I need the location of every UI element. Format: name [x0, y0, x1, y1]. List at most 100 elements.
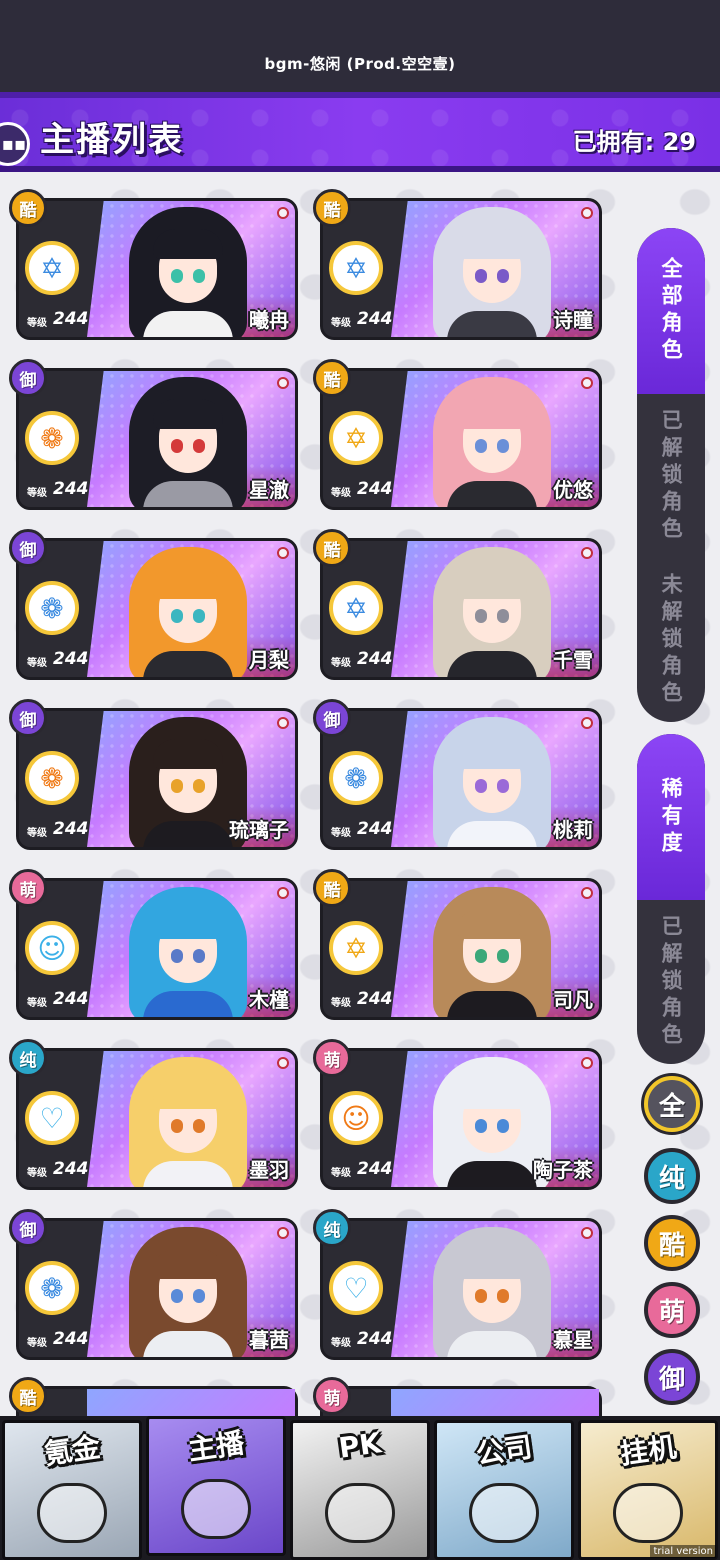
- rarity-filter-button[interactable]: 全: [644, 1076, 700, 1132]
- card-frame: ✡ 等级 244 司凡: [323, 881, 599, 1017]
- level-label: 等级: [27, 488, 47, 499]
- card-corner-dot: [581, 1057, 593, 1069]
- card-corner-dot: [581, 377, 593, 389]
- portrait-eye: [193, 949, 205, 963]
- streamer-card[interactable]: 御 ❁ 等级 244 星澈: [9, 359, 298, 510]
- type-badge: 纯: [313, 1209, 351, 1247]
- streamer-card[interactable]: 纯 ♡ 等级 244 墨羽: [9, 1039, 298, 1190]
- streamer-card[interactable]: 御 ❁ 等级 244 暮茜: [9, 1209, 298, 1360]
- tab-rarity-unlocked[interactable]: 已解锁角色: [637, 900, 705, 1064]
- card-corner-dot: [277, 207, 289, 219]
- portrait-hair: [153, 569, 223, 599]
- nav-idle[interactable]: 挂机: [578, 1420, 718, 1560]
- streamer-grid: 酷 ✡ 等级 244 曦冉 酷 ✡ 等级 244 诗瞳 御 ❁ 等级 244 星…: [9, 189, 606, 1360]
- portrait-eye: [497, 269, 509, 283]
- streamer-card[interactable]: 酷 ✡ 等级 244 诗瞳: [313, 189, 602, 340]
- portrait-eye: [193, 779, 205, 793]
- tab-rarity[interactable]: 稀有度: [637, 734, 705, 900]
- streamer-card[interactable]: 萌 ☺ 等级 244 陶子茶: [313, 1039, 602, 1190]
- nav-company[interactable]: 公司: [434, 1420, 574, 1560]
- portrait-hair: [153, 1079, 223, 1109]
- level-label: 等级: [331, 1168, 351, 1179]
- rarity-filter-button[interactable]: 纯: [644, 1148, 700, 1204]
- portrait-hair: [457, 569, 527, 599]
- character-portrait: [433, 547, 551, 677]
- level-value: 244: [357, 819, 393, 839]
- character-portrait: [433, 887, 551, 1017]
- character-portrait: [433, 377, 551, 507]
- level-label: 等级: [27, 1338, 47, 1349]
- level-value: 244: [53, 309, 89, 329]
- streamer-card[interactable]: 御 ❁ 等级 244 琉璃子: [9, 699, 298, 850]
- level-value: 244: [357, 309, 393, 329]
- streamer-card[interactable]: 纯 ♡ 等级 244 慕星: [313, 1209, 602, 1360]
- portrait-hair: [457, 399, 527, 429]
- tab-all-roles[interactable]: 全部角色: [637, 228, 705, 394]
- level-label: 等级: [27, 1168, 47, 1179]
- heartbeat-icon: ♡: [25, 1091, 79, 1145]
- role-filter-tabs: 全部角色 已解锁角色 未解锁角色: [637, 228, 705, 722]
- level-label: 等级: [331, 1338, 351, 1349]
- level-value: 244: [357, 479, 393, 499]
- level-label: 等级: [331, 318, 351, 329]
- streamer-card[interactable]: 酷 ✡ 等级 244 司凡: [313, 869, 602, 1020]
- streamer-card[interactable]: 御 ❁ 等级 244 月梨: [9, 529, 298, 680]
- nav-krypton[interactable]: 氪金: [2, 1420, 142, 1560]
- card-corner-dot: [581, 547, 593, 559]
- card-corner-dot: [581, 207, 593, 219]
- streamer-card[interactable]: 酷 ✡ 等级 244 优悠: [313, 359, 602, 510]
- card-corner-dot: [277, 1227, 289, 1239]
- level-value: 244: [357, 1329, 393, 1349]
- nav-label: 氪金: [42, 1430, 103, 1471]
- portrait-hair: [457, 1079, 527, 1109]
- level-value: 244: [53, 1329, 89, 1349]
- card-frame: ♡ 等级 244 墨羽: [19, 1051, 295, 1187]
- nav-pk[interactable]: PK: [290, 1420, 430, 1560]
- streamer-card[interactable]: 御 ❁ 等级 244 桃莉: [313, 699, 602, 850]
- star-icon: ✡: [329, 411, 383, 465]
- portrait-eye: [475, 609, 487, 623]
- nav-streamer[interactable]: 主播: [146, 1416, 286, 1556]
- rarity-filter-button[interactable]: 御: [644, 1349, 700, 1405]
- level-label: 等级: [27, 318, 47, 329]
- type-badge: 萌: [313, 1377, 351, 1415]
- card-corner-dot: [277, 547, 289, 559]
- portrait-hair: [457, 739, 527, 769]
- card-frame: ✡ 等级 244 曦冉: [19, 201, 295, 337]
- card-frame: ✡ 等级 244 千雪: [323, 541, 599, 677]
- type-badge: 酷: [313, 869, 351, 907]
- card-frame: ❁ 等级 244 暮茜: [19, 1221, 295, 1357]
- portrait-outfit: [447, 311, 537, 337]
- level-value: 244: [53, 479, 89, 499]
- rarity-filter-button[interactable]: 酷: [644, 1215, 700, 1271]
- streamer-card[interactable]: 酷 ✡ 等级 244 曦冉: [9, 189, 298, 340]
- owned-label: 已拥有:: [572, 128, 655, 156]
- level-value: 244: [357, 1159, 393, 1179]
- page-title: 主播列表: [40, 120, 184, 160]
- streamer-name: 桃莉: [553, 818, 593, 842]
- portrait-eye: [475, 1289, 487, 1303]
- streamer-card[interactable]: 萌 ☺ 等级 244 木槿: [9, 869, 298, 1020]
- card-frame: ❁ 等级 244 星澈: [19, 371, 295, 507]
- portrait-outfit: [143, 651, 233, 677]
- streamer-card[interactable]: 酷 ✡ 等级 244 千雪: [313, 529, 602, 680]
- streamer-name: 曦冉: [249, 308, 289, 332]
- portrait-eye: [497, 949, 509, 963]
- rarity-filter-button[interactable]: 萌: [644, 1282, 700, 1338]
- type-badge: 酷: [9, 189, 47, 227]
- music-title: bgm-悠闲 (Prod.空空壹): [264, 55, 456, 73]
- star-icon: ✡: [329, 241, 383, 295]
- rose-icon: ❁: [25, 751, 79, 805]
- level-value: 244: [53, 989, 89, 1009]
- tab-unlocked-roles[interactable]: 已解锁角色: [637, 394, 705, 558]
- level-label: 等级: [331, 998, 351, 1009]
- tab-locked-roles[interactable]: 未解锁角色: [637, 558, 705, 722]
- music-bar: bgm-悠闲 (Prod.空空壹): [0, 0, 720, 92]
- portrait-hair: [153, 1249, 223, 1279]
- card-corner-dot: [581, 1227, 593, 1239]
- rose-icon: ❁: [25, 1261, 79, 1315]
- portrait-hair: [457, 229, 527, 259]
- heartbeat-icon: ♡: [329, 1261, 383, 1315]
- owned-value: 29: [662, 128, 696, 156]
- nav-label: 挂机: [618, 1430, 679, 1471]
